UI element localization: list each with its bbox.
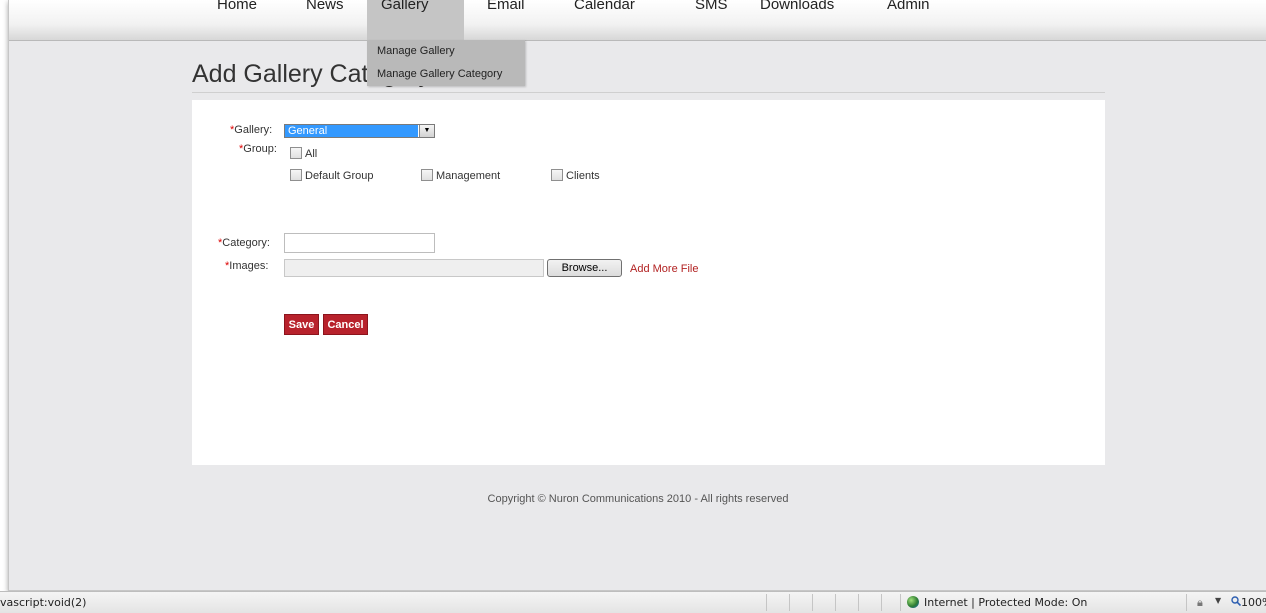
- gallery-label: *Gallery:: [230, 124, 272, 136]
- save-button[interactable]: Save: [284, 314, 319, 335]
- images-label: *Images:: [225, 260, 268, 272]
- group-option-all[interactable]: All: [290, 147, 317, 160]
- group-option-clients[interactable]: Clients: [551, 169, 600, 182]
- checkbox-label: Default Group: [305, 170, 374, 182]
- nav-item-calendar[interactable]: Calendar: [574, 0, 635, 25]
- status-separator: [858, 594, 859, 611]
- category-input[interactable]: [284, 233, 435, 253]
- images-file-path-field[interactable]: [284, 259, 544, 277]
- gallery-dropdown-menu: Manage Gallery Manage Gallery Category: [367, 40, 525, 86]
- status-separator: [1186, 594, 1187, 611]
- chevron-down-icon[interactable]: ▼: [1215, 596, 1221, 605]
- nav-item-sms[interactable]: SMS: [695, 0, 728, 25]
- globe-icon: [907, 596, 919, 608]
- status-separator: [835, 594, 836, 611]
- status-separator: [789, 594, 790, 611]
- group-option-default-group[interactable]: Default Group: [290, 169, 373, 182]
- checkbox-label: All: [305, 148, 318, 160]
- menu-item-manage-gallery[interactable]: Manage Gallery: [377, 45, 455, 57]
- nav-item-email[interactable]: Email: [487, 0, 525, 25]
- checkbox[interactable]: [290, 147, 302, 159]
- status-separator: [766, 594, 767, 611]
- checkbox[interactable]: [551, 169, 563, 181]
- checkbox-label: Management: [436, 170, 501, 182]
- browser-viewport: Home News Gallery Email Calendar SMS Dow…: [8, 0, 1266, 591]
- copyright-text: Copyright © Nuron Communications 2010 - …: [487, 493, 789, 505]
- browse-button[interactable]: Browse...: [547, 259, 622, 277]
- status-separator: [881, 594, 882, 611]
- nav-item-home[interactable]: Home: [217, 0, 257, 25]
- checkbox[interactable]: [290, 169, 302, 181]
- form-panel: *Gallery: General ▼ *Group: All Default …: [192, 100, 1105, 465]
- group-label-text: Group:: [243, 143, 277, 155]
- magnifier-icon[interactable]: [1231, 596, 1241, 606]
- title-divider: [192, 92, 1105, 93]
- chevron-down-icon[interactable]: ▼: [419, 125, 434, 137]
- nav-item-news[interactable]: News: [306, 0, 344, 25]
- checkbox[interactable]: [421, 169, 433, 181]
- nav-item-downloads[interactable]: Downloads: [760, 0, 834, 25]
- zoom-level[interactable]: 100%: [1241, 596, 1266, 609]
- checkbox-label: Clients: [566, 170, 600, 182]
- status-url-text: vascript:void(2): [0, 596, 87, 609]
- lock-icon[interactable]: 🔒︎: [1197, 596, 1203, 610]
- gallery-label-text: Gallery:: [234, 124, 273, 136]
- top-nav-bar: Home News Gallery Email Calendar SMS Dow…: [9, 0, 1266, 41]
- category-label: *Category:: [218, 237, 270, 249]
- security-zone-text[interactable]: Internet | Protected Mode: On: [924, 596, 1087, 609]
- add-more-file-link[interactable]: Add More File: [630, 263, 698, 275]
- gallery-select[interactable]: General ▼: [284, 124, 435, 138]
- group-label: *Group:: [239, 143, 277, 155]
- images-label-text: Images:: [229, 260, 269, 272]
- status-separator: [812, 594, 813, 611]
- menu-item-manage-gallery-category[interactable]: Manage Gallery Category: [377, 68, 502, 80]
- gallery-select-value: General: [285, 125, 418, 137]
- cancel-button[interactable]: Cancel: [323, 314, 368, 335]
- category-label-text: Category:: [222, 237, 270, 249]
- group-option-management[interactable]: Management: [421, 169, 500, 182]
- browser-status-bar: vascript:void(2) Internet | Protected Mo…: [0, 591, 1266, 613]
- nav-item-admin[interactable]: Admin: [887, 0, 930, 25]
- status-separator: [900, 594, 901, 611]
- nav-item-gallery[interactable]: Gallery: [381, 0, 429, 25]
